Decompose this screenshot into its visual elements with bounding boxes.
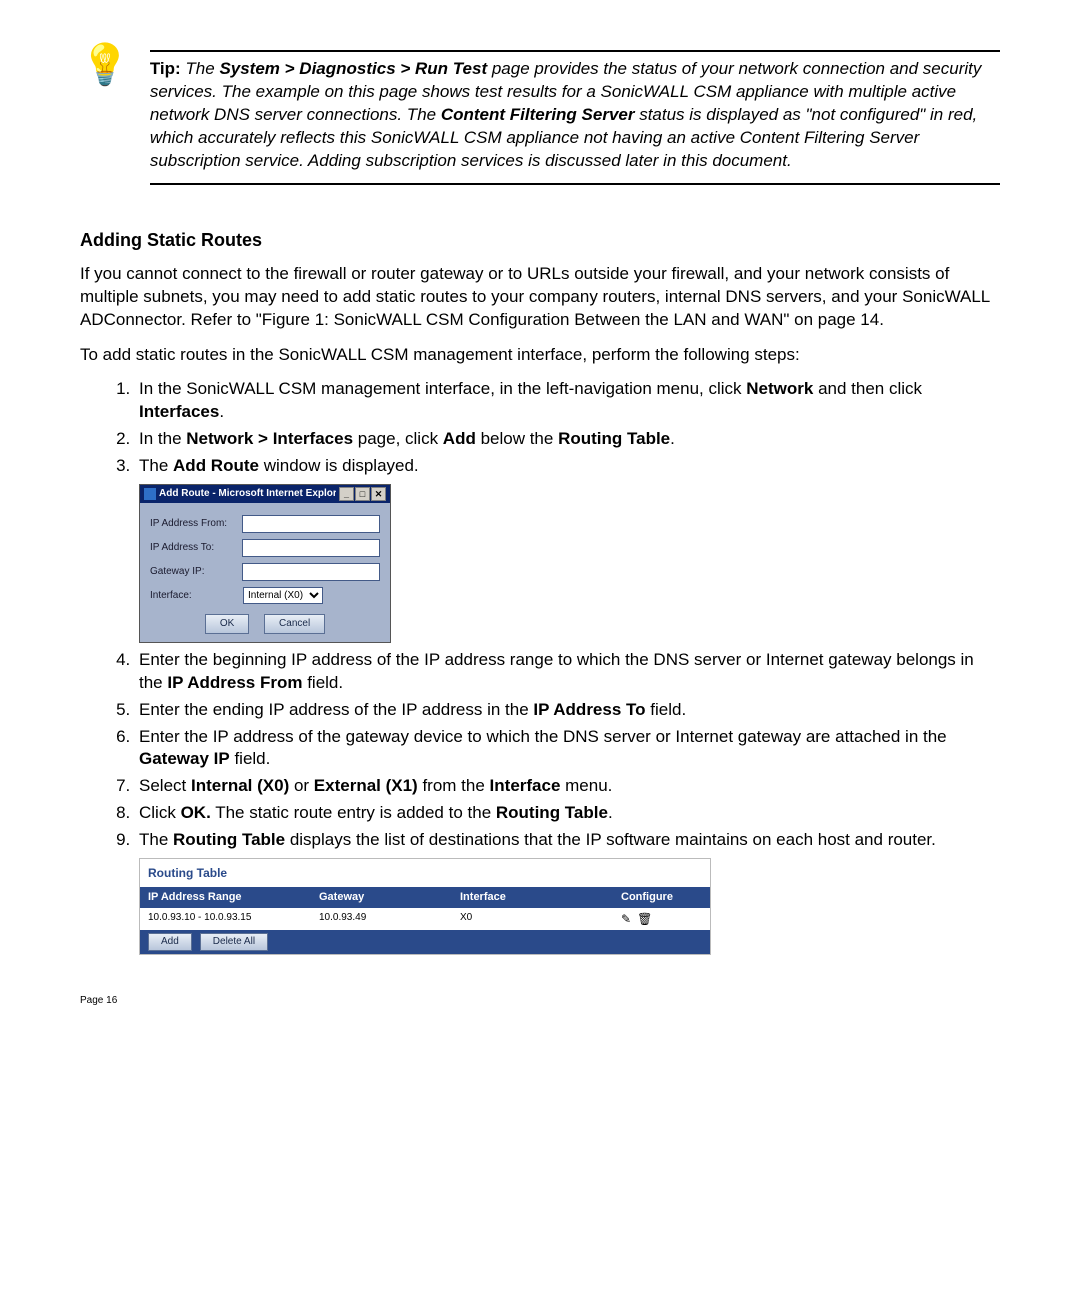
minimize-button[interactable]: _ (339, 487, 354, 501)
cell-interface: X0 (452, 908, 613, 930)
ie-icon (144, 488, 156, 500)
intro-paragraph: If you cannot connect to the firewall or… (80, 263, 1000, 332)
edit-icon[interactable]: ✎ (621, 911, 631, 927)
ip-to-label: IP Address To: (150, 541, 234, 555)
section-heading: Adding Static Routes (80, 230, 1000, 251)
cancel-button[interactable]: Cancel (264, 614, 325, 634)
ip-from-label: IP Address From: (150, 517, 234, 531)
dialog-title-bar: Add Route - Microsoft Internet Explorer … (140, 485, 390, 503)
step-6: Enter the IP address of the gateway devi… (135, 726, 1000, 772)
header-gateway: Gateway (311, 887, 452, 908)
ip-from-input[interactable] (242, 515, 380, 533)
tip-divider-top: Tip: The System > Diagnostics > Run Test… (150, 50, 1000, 185)
cell-gateway: 10.0.93.49 (311, 908, 452, 930)
interface-label: Interface: (150, 589, 235, 603)
gateway-ip-label: Gateway IP: (150, 565, 234, 579)
maximize-button[interactable]: □ (355, 487, 370, 501)
routing-table-footer: Add Delete All (140, 930, 710, 954)
ip-to-input[interactable] (242, 539, 380, 557)
step-9: The Routing Table displays the list of d… (135, 829, 1000, 955)
step-7: Select Internal (X0) or External (X1) fr… (135, 775, 1000, 798)
interface-select[interactable]: Internal (X0) (243, 587, 323, 604)
tip-divider-bottom (150, 183, 1000, 185)
step-3: The Add Route window is displayed. Add R… (135, 455, 1000, 642)
steps-list: In the SonicWALL CSM management interfac… (80, 378, 1000, 954)
tip-label: Tip: (150, 59, 181, 78)
routing-table-header: IP Address Range Gateway Interface Confi… (140, 887, 710, 908)
step-5: Enter the ending IP address of the IP ad… (135, 699, 1000, 722)
add-button[interactable]: Add (148, 933, 192, 951)
tip-text: Tip: The System > Diagnostics > Run Test… (150, 58, 1000, 173)
header-interface: Interface (452, 887, 613, 908)
table-row: 10.0.93.10 - 10.0.93.15 10.0.93.49 X0 ✎ … (140, 908, 710, 930)
tip-block: 💡 Tip: The System > Diagnostics > Run Te… (80, 50, 1000, 210)
routing-table-title: Routing Table (140, 859, 710, 887)
delete-icon[interactable]: 🗑 (637, 911, 652, 927)
step-4: Enter the beginning IP address of the IP… (135, 649, 1000, 695)
cell-ip-range: 10.0.93.10 - 10.0.93.15 (140, 908, 311, 930)
step-2: In the Network > Interfaces page, click … (135, 428, 1000, 451)
header-ip-range: IP Address Range (140, 887, 311, 908)
header-configure: Configure (613, 887, 710, 908)
delete-all-button[interactable]: Delete All (200, 933, 268, 951)
gateway-ip-input[interactable] (242, 563, 380, 581)
lightbulb-icon: 💡 (80, 45, 130, 85)
page-number: Page 16 (80, 995, 1000, 1006)
close-button[interactable]: ✕ (371, 487, 386, 501)
ok-button[interactable]: OK (205, 614, 249, 634)
step-1: In the SonicWALL CSM management interfac… (135, 378, 1000, 424)
routing-table: Routing Table IP Address Range Gateway I… (139, 858, 711, 955)
step-8: Click OK. The static route entry is adde… (135, 802, 1000, 825)
dialog-title-text: Add Route - Microsoft Internet Explorer … (159, 487, 336, 501)
add-route-dialog: Add Route - Microsoft Internet Explorer … (139, 484, 391, 643)
lead-paragraph: To add static routes in the SonicWALL CS… (80, 344, 1000, 367)
